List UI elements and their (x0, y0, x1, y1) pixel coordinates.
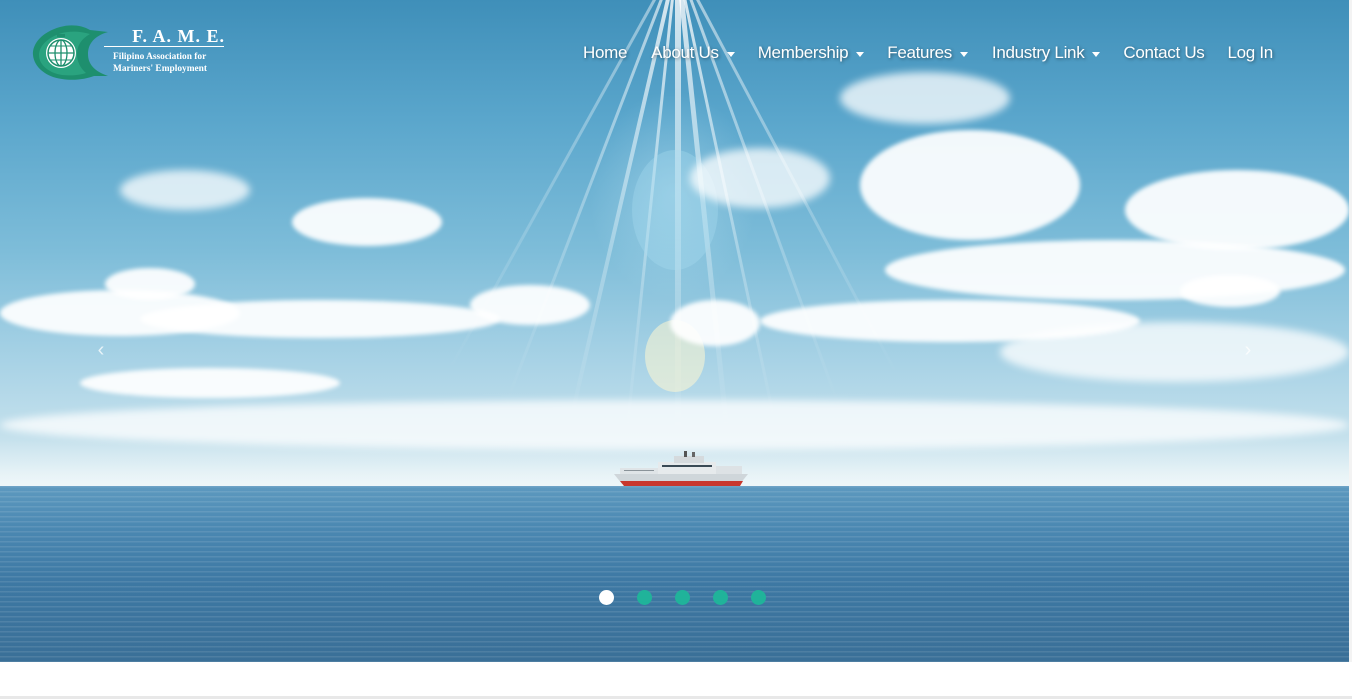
page: F. A. M. E. Filipino Association for Mar… (0, 0, 1352, 699)
carousel-indicators (599, 590, 766, 605)
brand-subtitle-line1: Filipino Association for (113, 52, 207, 62)
nav-label: Log In (1227, 43, 1274, 62)
page-below-hero (0, 662, 1352, 699)
sea (0, 486, 1349, 662)
nav-label: Membership (757, 43, 849, 62)
nav-item-about-us[interactable]: About Us (651, 43, 735, 63)
nav-label: Features (887, 43, 952, 62)
chevron-right-icon: › (1244, 338, 1252, 361)
caret-down-icon (726, 51, 735, 57)
chevron-left-icon: ‹ (97, 338, 105, 361)
navbar: F. A. M. E. Filipino Association for Mar… (0, 0, 1349, 104)
nav-label: About Us (651, 43, 719, 62)
main-nav: Home About Us Membership Features Indust… (583, 41, 1273, 65)
carousel-prev-button[interactable]: ‹ (89, 338, 113, 362)
nav-item-contact-us[interactable]: Contact Us (1123, 43, 1204, 63)
nav-label: Contact Us (1123, 43, 1205, 62)
ship-image (614, 451, 748, 486)
nav-label: Industry Link (991, 43, 1085, 62)
carousel-indicator[interactable] (637, 590, 652, 605)
brand-subtitle-line2: Mariners' Employment (113, 64, 207, 74)
brand-divider (104, 46, 224, 47)
caret-down-icon (1092, 51, 1101, 57)
caret-down-icon (856, 51, 865, 57)
nav-item-industry-link[interactable]: Industry Link (991, 43, 1101, 63)
carousel-indicator[interactable] (713, 590, 728, 605)
nav-item-home[interactable]: Home (583, 43, 627, 63)
nav-item-membership[interactable]: Membership (758, 43, 865, 63)
nav-label: Home (583, 43, 628, 62)
carousel-indicator[interactable] (675, 590, 690, 605)
brand-title: F. A. M. E. (132, 26, 225, 46)
globe-crescent-logo-icon (32, 25, 108, 80)
carousel-indicator[interactable] (599, 590, 614, 605)
brand-logo[interactable]: F. A. M. E. Filipino Association for Mar… (30, 24, 225, 82)
carousel-indicator[interactable] (751, 590, 766, 605)
nav-item-features[interactable]: Features (887, 43, 968, 63)
nav-item-log-in[interactable]: Log In (1227, 43, 1274, 63)
caret-down-icon (959, 51, 968, 57)
carousel-next-button[interactable]: › (1236, 338, 1260, 362)
brand-subtitle: Filipino Association for Mariners' Emplo… (113, 51, 228, 75)
